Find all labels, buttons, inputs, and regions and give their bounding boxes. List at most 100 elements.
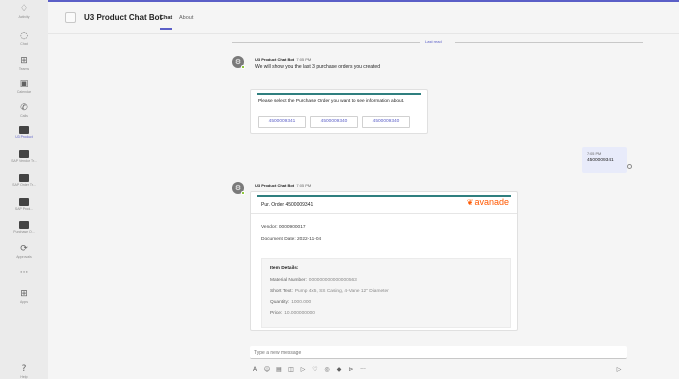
item-details-title: Item Details: xyxy=(270,266,299,271)
send-icon[interactable]: ▷ xyxy=(615,366,623,374)
item-label: Short Text: xyxy=(270,289,293,294)
message-time: 7:05 PM xyxy=(296,183,312,188)
message-time: 7:05 PM xyxy=(296,57,312,62)
message-time: 7:05 PM xyxy=(587,152,602,156)
message-text: We will show you the last 3 purchase ord… xyxy=(255,64,380,70)
app-square-icon xyxy=(19,198,29,206)
bot-avatar[interactable]: ⚙ xyxy=(232,182,245,195)
item-row-price: Price: 10.000000000 xyxy=(270,311,315,316)
item-value: 10.000000000 xyxy=(284,311,315,316)
rail-item-label: SAP Vendor Tr... xyxy=(11,159,37,163)
chat-header: U3 Product Chat Bot Chat About xyxy=(48,0,679,34)
rail-item-u3-product[interactable]: U3 Product xyxy=(0,124,48,148)
divider-line xyxy=(232,42,420,43)
format-icon[interactable]: A xyxy=(251,366,259,374)
rail-item-activity[interactable]: ♢ Activity xyxy=(0,2,48,26)
rail-item-label: Activity xyxy=(18,15,30,19)
app-rail: ♢ Activity ◌ Chat ⊞ Teams ▣ Calendar ✆ C… xyxy=(0,0,48,379)
item-row-quantity: Quantity: 1000.000 xyxy=(270,300,311,305)
rail-item-label: U3 Product xyxy=(15,135,33,139)
page-title: U3 Product Chat Bot xyxy=(84,13,163,22)
card-accent-line xyxy=(257,93,421,95)
po-card-header: Pur. Order 4500009341 ❦avanade xyxy=(251,192,517,214)
rail-item-approvals[interactable]: ⟳ Approvals xyxy=(0,242,48,266)
app-square-icon xyxy=(19,221,29,229)
po-detail-card: Pur. Order 4500009341 ❦avanade Vendor: 0… xyxy=(250,191,518,331)
po-selection-card: Please select the Purchase Order you wan… xyxy=(250,89,428,134)
tab-active-indicator xyxy=(160,28,172,30)
card-prompt: Please select the Purchase Order you wan… xyxy=(258,99,405,104)
rail-item-apps[interactable]: ⊞ Apps xyxy=(0,287,48,311)
po-button-2[interactable]: 4500009340 xyxy=(310,116,358,128)
item-label: Price: xyxy=(270,311,283,316)
item-label: Quantity: xyxy=(270,300,290,305)
teams-icon: ⊞ xyxy=(20,56,28,66)
item-row-short-text: Short Text: Pump 4x5, SS Casing, 4-Vane 1… xyxy=(270,289,389,294)
approvals-icon[interactable]: ⊳ xyxy=(347,366,355,374)
bell-icon: ♢ xyxy=(19,4,29,14)
rail-item-calls[interactable]: ✆ Calls xyxy=(0,101,48,125)
item-row-material: Material Number: 000000000000000563 xyxy=(270,278,357,283)
brand-name: avanade xyxy=(474,197,509,207)
rail-item-label: Chat xyxy=(20,42,28,46)
presence-dot xyxy=(241,191,245,195)
tab-chat[interactable]: Chat xyxy=(160,15,172,21)
meet-icon[interactable]: ▷ xyxy=(299,366,307,374)
po-button-1[interactable]: 4500009341 xyxy=(258,116,306,128)
rail-item-label: Purchase O... xyxy=(13,230,35,234)
rail-item-teams[interactable]: ⊞ Teams xyxy=(0,54,48,78)
rail-item-label: SAP Order Tr... xyxy=(12,183,36,187)
rail-item-calendar[interactable]: ▣ Calendar xyxy=(0,77,48,101)
rail-item-purchase[interactable]: Purchase O... xyxy=(0,219,48,243)
rail-item-label: Calls xyxy=(20,114,28,118)
message-meta: U3 Product Chat Bot 7:05 PM xyxy=(255,57,311,62)
more-icon[interactable]: ··· xyxy=(359,366,367,374)
divider-line xyxy=(455,42,643,43)
sticker-icon[interactable]: ◫ xyxy=(287,366,295,374)
app-square-icon xyxy=(19,174,29,182)
calendar-icon: ▣ xyxy=(19,79,29,89)
app-square-icon xyxy=(19,126,29,134)
approvals-icon: ⟳ xyxy=(20,244,28,254)
praise-icon[interactable]: ♡ xyxy=(311,366,319,374)
item-details-box: Item Details: Material Number: 0000000000… xyxy=(261,258,511,328)
po-button-3[interactable]: 4500009340 xyxy=(362,116,410,128)
item-value: 1000.000 xyxy=(291,300,312,305)
sender-name: U3 Product Chat Bot xyxy=(255,183,295,188)
sender-name: U3 Product Chat Bot xyxy=(255,57,295,62)
rail-item-sap-vendor[interactable]: SAP Vendor Tr... xyxy=(0,148,48,172)
document-date-field: Document Date: 2022-11-04 xyxy=(261,237,322,242)
my-message-bubble[interactable]: 7:05 PM 4500009341 xyxy=(582,147,627,173)
app-square-icon xyxy=(19,150,29,158)
avanade-logo-icon: ❦ xyxy=(466,198,474,207)
apps-icon: ⊞ xyxy=(20,289,28,299)
last-read-label: Last read xyxy=(425,39,442,44)
item-value: 000000000000000563 xyxy=(308,278,357,283)
more-icon: ··· xyxy=(19,268,29,278)
rail-item-help[interactable]: ? Help xyxy=(0,362,48,379)
tab-about[interactable]: About xyxy=(179,15,193,21)
item-value: Pump 4x5, SS Casing, 4-Vane 12" Diameter xyxy=(294,289,389,294)
chat-icon: ◌ xyxy=(20,31,28,41)
rail-item-label: Help xyxy=(20,375,28,379)
rail-item-sap-order[interactable]: SAP Order Tr... xyxy=(0,172,48,196)
message-input[interactable] xyxy=(254,346,614,359)
brand-logo: ❦avanade xyxy=(467,197,509,207)
rail-item-sap-prod[interactable]: SAP Prod... xyxy=(0,196,48,220)
bot-avatar[interactable]: ⚙ xyxy=(232,56,245,69)
rail-item-label: Apps xyxy=(20,300,28,304)
attach-icon[interactable]: ◆ xyxy=(335,366,343,374)
bot-app-icon xyxy=(65,12,76,23)
item-label: Material Number: xyxy=(270,278,307,283)
message-meta: U3 Product Chat Bot 7:05 PM xyxy=(255,183,311,188)
po-title: Pur. Order 4500009341 xyxy=(261,202,314,208)
gif-icon[interactable]: ▤ xyxy=(275,366,283,374)
loop-icon[interactable]: ◎ xyxy=(323,366,331,374)
rail-item-chat[interactable]: ◌ Chat xyxy=(0,29,48,53)
message-text: 4500009341 xyxy=(587,158,614,163)
read-receipt-icon xyxy=(627,164,632,169)
presence-dot xyxy=(241,65,245,69)
compose-box[interactable] xyxy=(250,346,627,359)
rail-item-label: SAP Prod... xyxy=(14,207,34,211)
emoji-icon[interactable]: ☺ xyxy=(263,366,271,374)
